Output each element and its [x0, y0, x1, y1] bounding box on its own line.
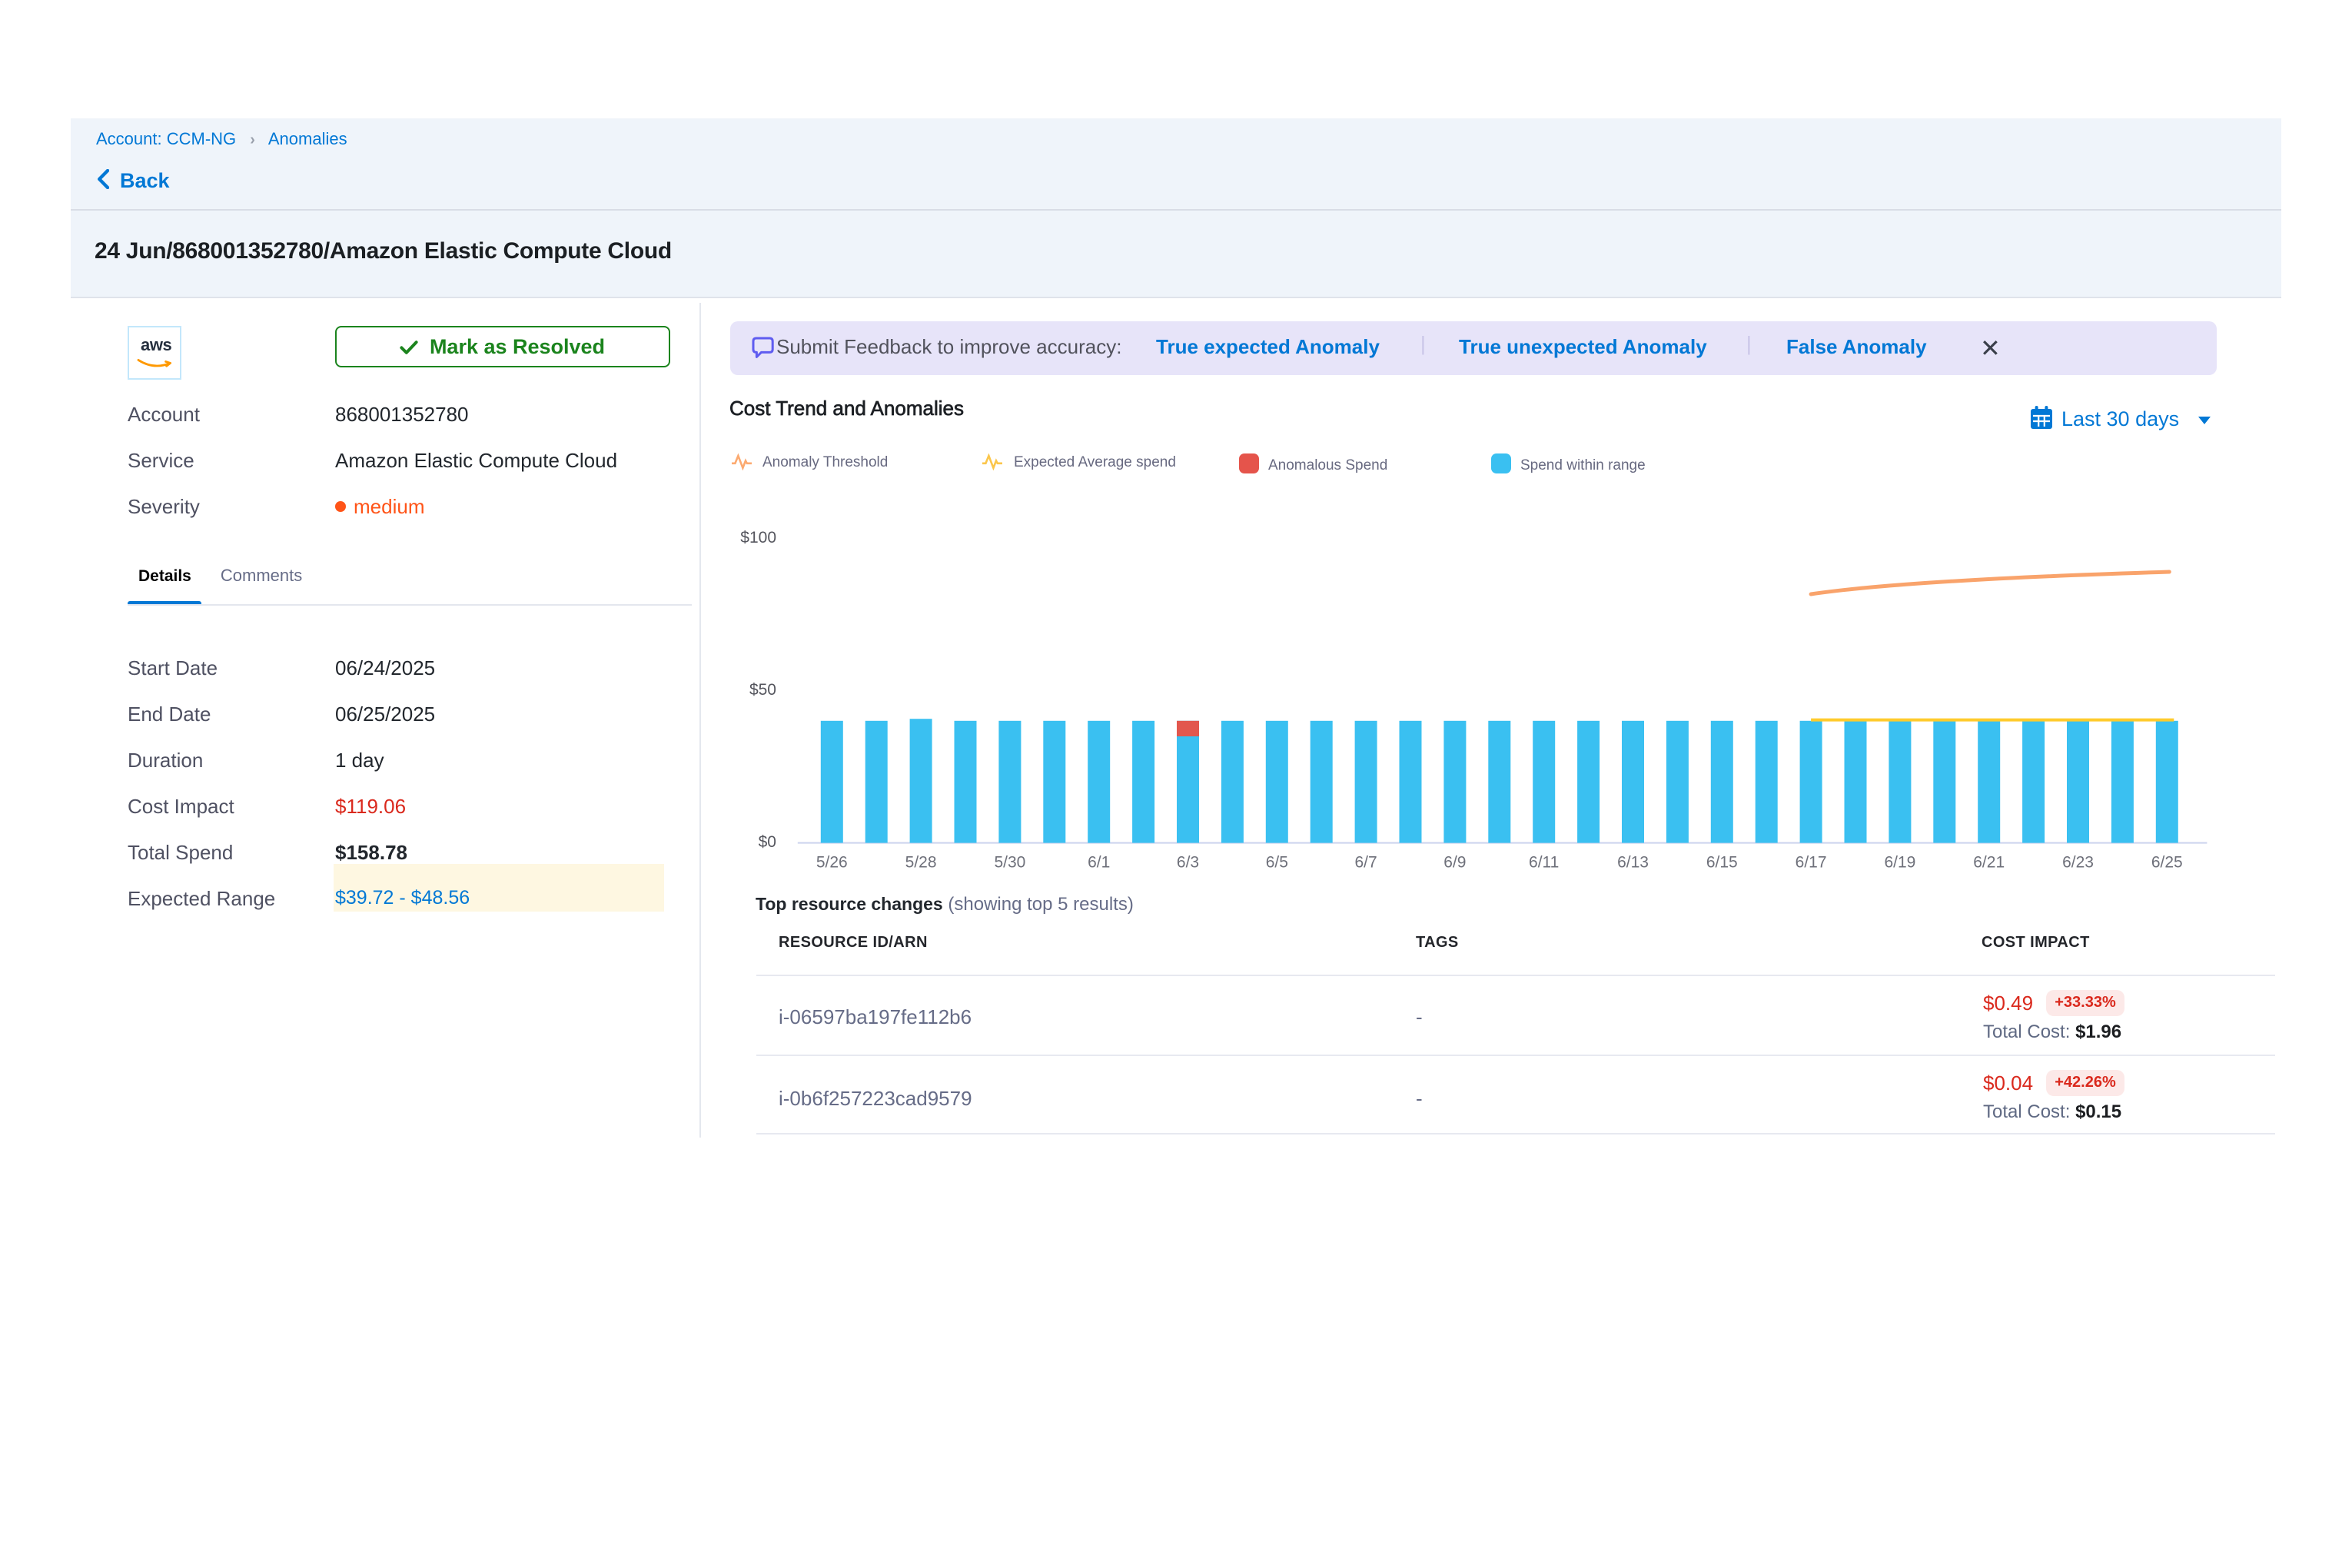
svg-text:6/21: 6/21: [1973, 854, 2005, 872]
svg-text:5/30: 5/30: [994, 854, 1025, 872]
svg-text:6/9: 6/9: [1443, 854, 1466, 872]
svg-text:6/19: 6/19: [1884, 854, 1915, 872]
svg-text:6/15: 6/15: [1706, 854, 1738, 872]
svg-text:6/3: 6/3: [1177, 854, 1199, 872]
svg-text:5/26: 5/26: [816, 854, 848, 872]
svg-text:6/17: 6/17: [1796, 854, 1827, 872]
svg-text:6/1: 6/1: [1088, 854, 1110, 872]
svg-text:6/7: 6/7: [1354, 854, 1377, 872]
svg-text:6/23: 6/23: [2062, 854, 2094, 872]
svg-text:6/13: 6/13: [1617, 854, 1649, 872]
svg-text:6/5: 6/5: [1266, 854, 1288, 872]
svg-text:6/11: 6/11: [1529, 854, 1559, 872]
svg-text:5/28: 5/28: [905, 854, 937, 872]
svg-text:6/25: 6/25: [2151, 854, 2183, 872]
